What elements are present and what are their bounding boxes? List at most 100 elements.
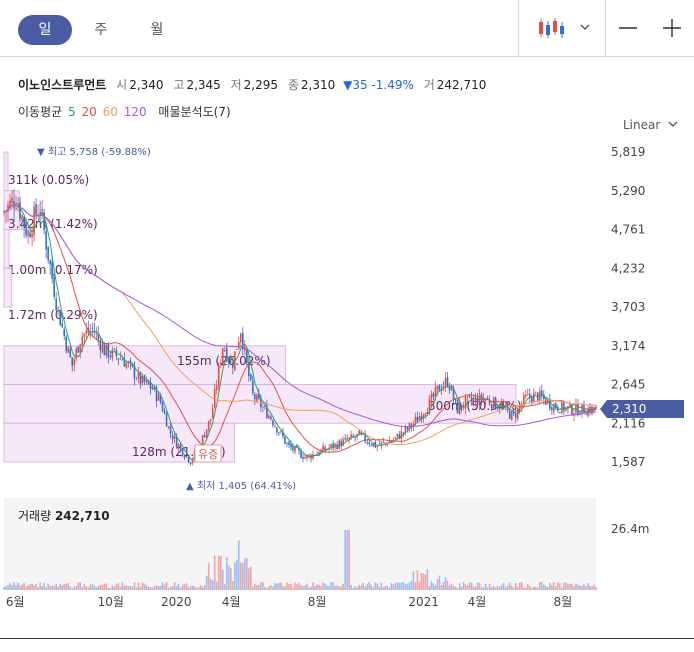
volume-bar: [173, 582, 176, 590]
volume-bar: [496, 585, 499, 590]
volume-bar: [227, 565, 230, 590]
volume-bar: [119, 586, 122, 590]
volume-bar: [500, 584, 503, 590]
volume-bar: [97, 585, 100, 590]
candle-body: [344, 437, 346, 440]
volume-bar: [165, 582, 168, 590]
volume-bar: [530, 587, 533, 590]
candle-body: [209, 418, 212, 421]
candle-body: [402, 432, 405, 434]
candle-body: [89, 330, 92, 332]
volume-bar: [113, 586, 116, 590]
candle-body: [438, 384, 441, 391]
volume-bar: [400, 582, 403, 590]
volume-bar: [472, 586, 475, 590]
volume-bar: [551, 585, 553, 590]
candle-body: [161, 402, 164, 411]
volume-bar: [312, 582, 314, 590]
y-tick-label: 4,232: [611, 261, 645, 275]
candle-body: [593, 407, 595, 410]
volume-bar: [280, 582, 282, 590]
volume-bar: [177, 583, 180, 590]
volume-bar: [412, 571, 415, 590]
volume-bar: [131, 586, 134, 590]
volume-bar: [583, 584, 585, 590]
volume-bar: [85, 586, 88, 590]
volume-bar: [157, 586, 160, 590]
volume-bar: [61, 585, 63, 590]
volume-bar: [490, 587, 493, 590]
candle-body: [368, 442, 371, 445]
candle-body: [39, 212, 41, 215]
volume-bar: [537, 587, 539, 590]
candle-body: [51, 261, 53, 279]
volume-bar: [460, 586, 463, 590]
volume-bar: [67, 582, 70, 590]
candle-body: [330, 444, 332, 448]
candle-body: [324, 447, 326, 451]
volume-bar: [573, 586, 575, 590]
volume-bar: [404, 584, 407, 590]
candle-body: [167, 426, 170, 428]
volume-bar: [476, 582, 479, 590]
candle-body: [69, 348, 72, 358]
candle-body: [456, 400, 459, 414]
volume-bar: [282, 585, 284, 590]
volume-bar: [39, 582, 41, 590]
volume-bar: [187, 587, 190, 590]
volume-bar: [63, 583, 66, 590]
candle-body: [171, 435, 174, 440]
volume-bar: [494, 587, 497, 590]
volume-bar: [109, 587, 112, 590]
candle-body: [478, 394, 481, 406]
volume-bar: [346, 530, 348, 590]
volume-bar: [15, 585, 17, 590]
volume-bar: [237, 540, 240, 590]
volume-bar: [454, 586, 457, 590]
volume-bar: [252, 586, 254, 590]
volume-bar: [229, 567, 232, 590]
volume-bar: [442, 581, 445, 590]
candle-body: [117, 358, 120, 360]
candle-body: [396, 433, 399, 437]
candle-body: [163, 410, 166, 414]
volume-bar: [338, 586, 340, 590]
volume-bar: [235, 559, 238, 590]
candle-body: [181, 448, 184, 456]
price-chart[interactable]: 5,819 5,290 4,761 4,232 3,703 3,174 2,645 2,116…: [0, 0, 694, 652]
candle-body: [579, 414, 581, 416]
volume-bar: [539, 582, 541, 590]
y-tick-label: 3,174: [611, 339, 645, 353]
candle-body: [534, 391, 537, 393]
volume-bar: [589, 585, 591, 590]
candle-body: [49, 260, 51, 265]
candle-body: [250, 374, 252, 380]
candle-body: [432, 393, 435, 397]
volume-bar: [117, 582, 120, 590]
candle-body: [57, 307, 59, 309]
volume-bar: [541, 582, 543, 590]
volume-bar: [219, 555, 222, 590]
volume-bar: [83, 584, 86, 590]
candle-body: [169, 425, 172, 434]
volume-bar: [332, 582, 334, 590]
candle-body: [394, 437, 397, 439]
volume-bar: [149, 587, 152, 590]
candle-body: [47, 246, 49, 260]
volume-panel-title: 거래량 242,710: [18, 507, 110, 524]
volume-bar: [47, 583, 49, 590]
volume-bar: [577, 584, 579, 590]
volume-bar: [270, 585, 272, 590]
volume-bar: [506, 585, 509, 590]
volume-bar: [89, 584, 92, 590]
candle-body: [25, 223, 27, 236]
volume-bar: [215, 581, 218, 590]
candle-body: [290, 444, 292, 448]
volume-bar: [579, 585, 581, 590]
volume-bar: [274, 583, 276, 590]
candle-body: [352, 435, 354, 437]
volume-bar: [526, 584, 529, 590]
volume-bar: [348, 530, 350, 590]
volume-bar: [203, 585, 206, 590]
volume-bar: [378, 586, 381, 590]
